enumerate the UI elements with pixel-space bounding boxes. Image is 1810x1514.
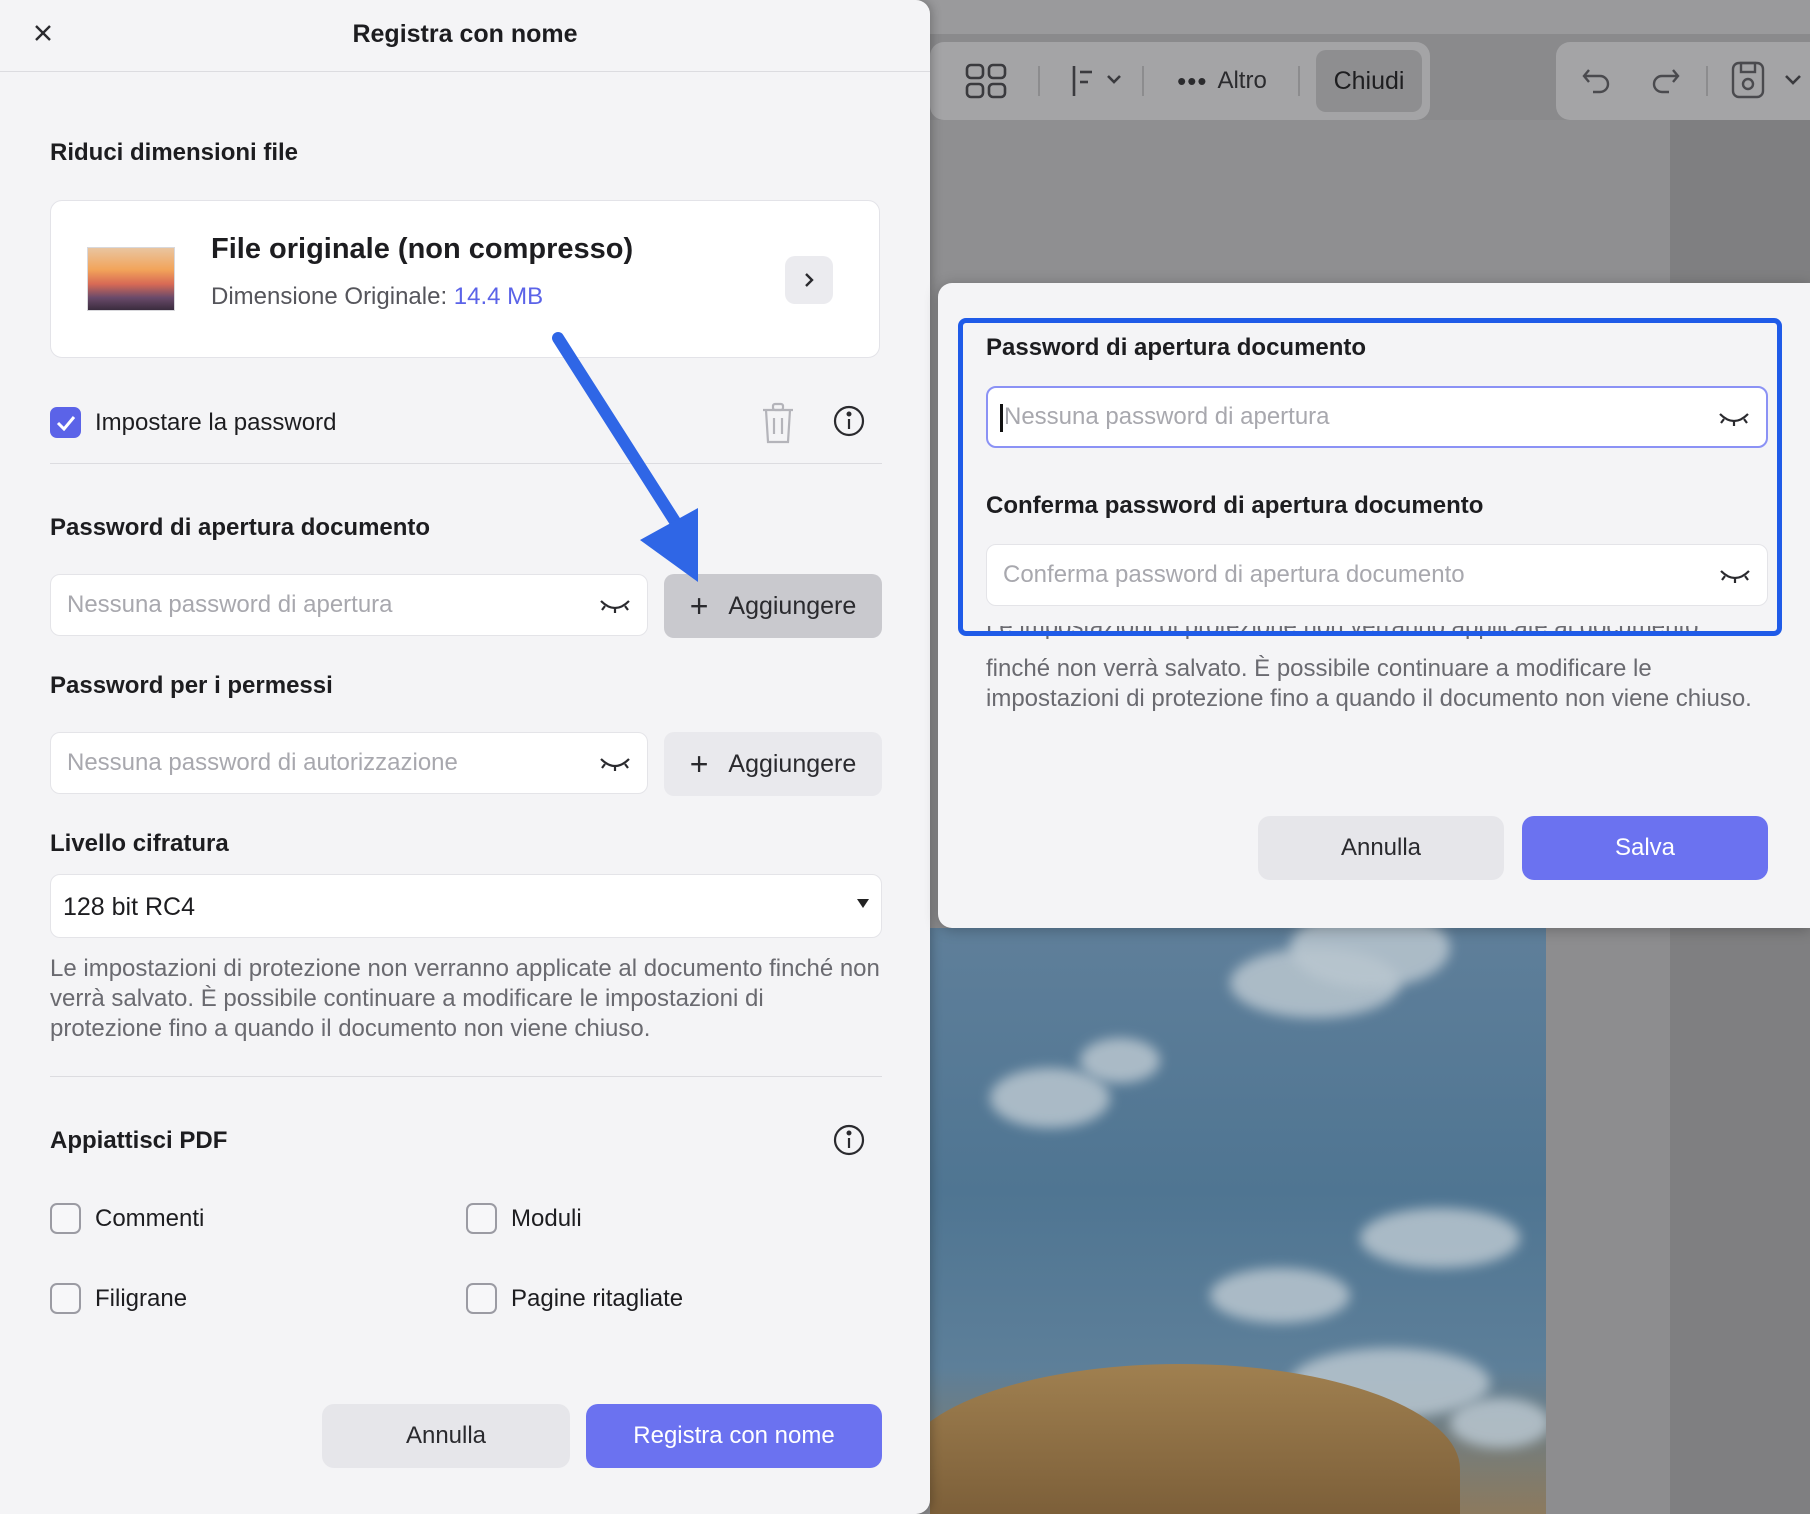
popup-confirm-password-field[interactable] bbox=[986, 544, 1768, 606]
flatten-cropped-pages-checkbox[interactable] bbox=[466, 1283, 497, 1314]
popup-save-button[interactable]: Salva bbox=[1522, 816, 1768, 880]
flatten-cropped-pages-label: Pagine ritagliate bbox=[511, 1284, 684, 1312]
more-label: Altro bbox=[1217, 67, 1267, 94]
popup-note: finché non verrà salvato. È possibile co… bbox=[986, 655, 1752, 712]
document-image bbox=[930, 928, 1546, 1514]
encryption-select[interactable]: 128 bit RC4 bbox=[50, 874, 882, 938]
align-icon[interactable] bbox=[1068, 60, 1128, 102]
flatten-title: Appiattisci PDF bbox=[50, 1127, 228, 1154]
file-size-text: Dimensione Originale: 14.4 MB bbox=[211, 283, 543, 311]
add-open-password-label: Aggiungere bbox=[728, 591, 857, 620]
set-password-row[interactable]: Impostare la password bbox=[50, 407, 336, 438]
open-password-title: Password di apertura documento bbox=[50, 514, 431, 541]
permission-password-input[interactable] bbox=[51, 733, 647, 793]
flatten-watermarks-row[interactable]: Filigrane bbox=[50, 1283, 187, 1314]
toolbar-separator bbox=[1142, 66, 1144, 96]
permission-password-title: Password per i permessi bbox=[50, 672, 333, 699]
toolbar-separator bbox=[1298, 66, 1300, 96]
file-option-name: File originale (non compresso) bbox=[211, 233, 634, 265]
plus-icon: + bbox=[689, 587, 709, 624]
plus-icon: + bbox=[689, 745, 709, 782]
chevron-down-icon[interactable] bbox=[1780, 66, 1806, 94]
text-cursor bbox=[1000, 404, 1003, 432]
save-as-dialog: Registra con nome Riduci dimensioni file… bbox=[0, 0, 930, 1514]
document-margin bbox=[1546, 928, 1670, 1514]
more-menu[interactable]: ••• Altro bbox=[1166, 60, 1278, 102]
info-icon[interactable] bbox=[832, 1123, 866, 1157]
popup-open-password-label: Password di apertura documento bbox=[986, 334, 1367, 361]
trash-icon[interactable] bbox=[758, 400, 798, 446]
flatten-watermarks-label: Filigrane bbox=[95, 1284, 188, 1312]
close-document-button[interactable]: Chiudi bbox=[1316, 50, 1422, 112]
flatten-watermarks-checkbox[interactable] bbox=[50, 1283, 81, 1314]
protection-note: Le impostazioni di protezione non verran… bbox=[50, 955, 880, 1042]
eye-closed-icon[interactable] bbox=[599, 751, 631, 777]
section-divider bbox=[50, 463, 882, 464]
file-size-value: 14.4 MB bbox=[453, 283, 544, 310]
eye-closed-icon[interactable] bbox=[1719, 563, 1751, 589]
toolbar-separator bbox=[1706, 66, 1708, 96]
popup-confirm-password-input[interactable] bbox=[987, 545, 1767, 605]
file-size-label: Dimensione Originale: bbox=[211, 283, 448, 310]
dialog-header: Registra con nome bbox=[0, 0, 930, 72]
set-password-label: Impostare la password bbox=[95, 408, 337, 436]
flatten-cropped-pages-row[interactable]: Pagine ritagliate bbox=[466, 1283, 683, 1314]
cancel-button[interactable]: Annulla bbox=[322, 1404, 570, 1468]
popup-note-first-line: Le impostazioni di protezione non verran… bbox=[986, 626, 1699, 640]
grid-view-icon[interactable] bbox=[962, 60, 1010, 102]
encryption-title: Livello cifratura bbox=[50, 830, 229, 857]
checkmark-icon bbox=[56, 415, 75, 431]
toolbar-separator bbox=[1038, 66, 1040, 96]
flatten-comments-row[interactable]: Commenti bbox=[50, 1203, 204, 1234]
dropdown-arrow-icon bbox=[857, 899, 869, 908]
dialog-title: Registra con nome bbox=[352, 20, 578, 48]
popup-open-password-input[interactable] bbox=[988, 388, 1766, 446]
set-password-checkbox[interactable] bbox=[50, 407, 81, 438]
save-icon[interactable] bbox=[1728, 58, 1768, 102]
undo-icon[interactable] bbox=[1578, 60, 1614, 100]
info-icon[interactable] bbox=[832, 404, 866, 438]
flatten-comments-label: Commenti bbox=[95, 1204, 205, 1232]
flatten-forms-row[interactable]: Moduli bbox=[466, 1203, 582, 1234]
file-thumbnail bbox=[87, 247, 175, 311]
flatten-comments-checkbox[interactable] bbox=[50, 1203, 81, 1234]
section-divider bbox=[50, 1076, 882, 1077]
permission-password-field[interactable] bbox=[50, 732, 648, 794]
popup-cancel-button[interactable]: Annulla bbox=[1258, 816, 1504, 880]
popup-confirm-password-label: Conferma password di apertura documento bbox=[986, 492, 1484, 519]
add-permission-password-button[interactable]: + Aggiungere bbox=[664, 732, 882, 796]
compression-option-card[interactable]: File originale (non compresso) Dimension… bbox=[50, 200, 880, 358]
flatten-forms-label: Moduli bbox=[511, 1204, 582, 1232]
chevron-right-icon bbox=[805, 273, 814, 287]
add-permission-password-label: Aggiungere bbox=[728, 749, 857, 778]
eye-closed-icon[interactable] bbox=[599, 593, 631, 619]
compression-options-button[interactable] bbox=[785, 256, 833, 304]
redo-icon[interactable] bbox=[1648, 60, 1684, 100]
save-as-button[interactable]: Registra con nome bbox=[586, 1404, 882, 1468]
annotation-arrow bbox=[552, 332, 698, 582]
encryption-selected-value: 128 bit RC4 bbox=[63, 893, 196, 921]
flatten-forms-checkbox[interactable] bbox=[466, 1203, 497, 1234]
reduce-size-title: Riduci dimensioni file bbox=[50, 139, 299, 166]
eye-closed-icon[interactable] bbox=[1718, 406, 1750, 432]
more-icon: ••• bbox=[1177, 65, 1208, 96]
popup-open-password-field[interactable] bbox=[986, 386, 1768, 448]
